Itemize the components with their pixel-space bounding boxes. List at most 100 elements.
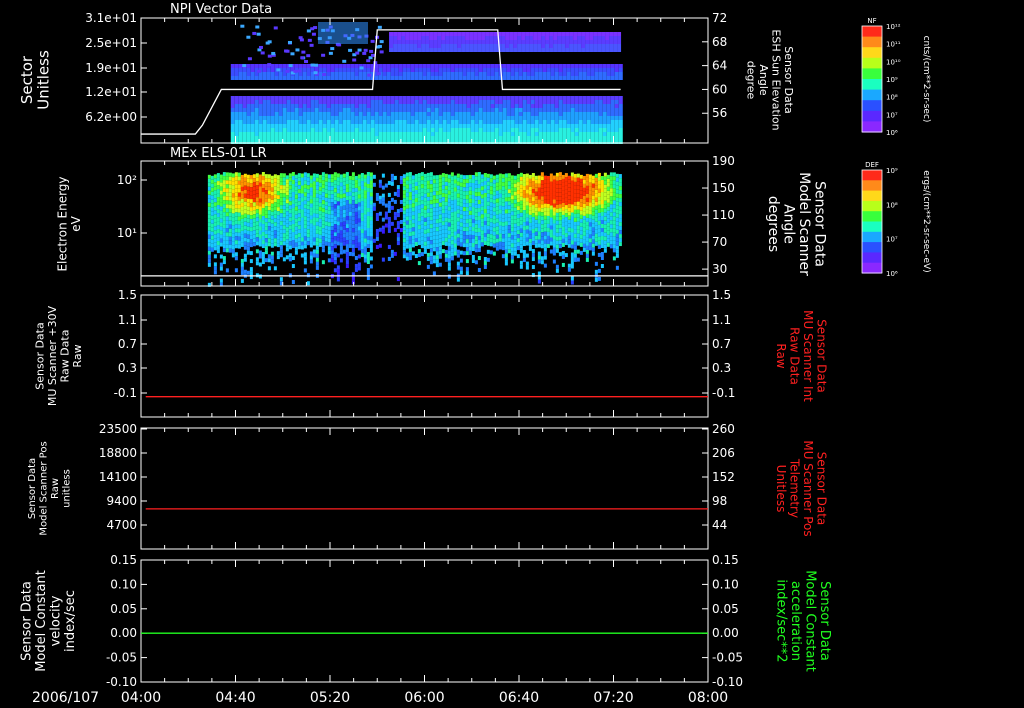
heatmap-cell	[588, 202, 592, 207]
heatmap-cell	[423, 201, 427, 206]
heatmap-cell	[474, 132, 479, 136]
heatmap-cell	[309, 175, 313, 180]
heatmap-cell	[469, 48, 474, 52]
heatmap-cell	[362, 100, 367, 104]
heatmap-cell	[374, 128, 379, 132]
heatmap-cell	[438, 72, 443, 76]
heatmap-cell	[405, 36, 410, 40]
heatmap-cell	[504, 173, 508, 178]
heatmap-cell	[312, 197, 316, 202]
heatmap-cell	[576, 209, 580, 214]
heatmap-cell	[286, 132, 291, 136]
heatmap-cell	[274, 116, 279, 120]
heatmap-cell	[216, 213, 220, 218]
heatmap-cell	[510, 96, 515, 100]
heatmap-cell	[558, 180, 562, 185]
heatmap-cell	[249, 191, 253, 196]
heatmap-cell	[577, 44, 582, 48]
heatmap-cell	[558, 108, 563, 112]
heatmap-cell	[294, 206, 298, 211]
heatmap-cell	[300, 229, 304, 234]
heatmap-cell	[489, 218, 493, 223]
heatmap-cell	[603, 240, 607, 245]
heatmap-cell	[366, 252, 370, 257]
heatmap-cell	[279, 197, 283, 202]
heatmap-cell	[238, 68, 243, 72]
heatmap-cell	[432, 259, 436, 264]
heatmap-cell	[618, 174, 622, 179]
heatmap-cell	[297, 237, 301, 242]
heatmap-cell	[600, 251, 604, 256]
heatmap-cell	[546, 64, 551, 68]
heatmap-cell	[398, 132, 403, 136]
heatmap-cell	[315, 261, 319, 266]
heatmap-cell	[339, 242, 343, 247]
heatmap-cell	[522, 76, 527, 80]
heatmap-cell	[446, 104, 451, 108]
heatmap-cell	[334, 120, 339, 124]
heatmap-cell	[420, 180, 424, 185]
heatmap-cell	[310, 136, 315, 140]
heatmap-cell	[457, 48, 462, 52]
heatmap-cell	[370, 100, 375, 104]
heatmap-cell	[492, 191, 496, 196]
heatmap-cell	[312, 253, 316, 258]
heatmap-cell	[342, 221, 346, 226]
heatmap-cell	[482, 68, 487, 72]
heatmap-cell	[297, 185, 301, 190]
heatmap-cell	[414, 222, 418, 227]
heatmap-cell	[309, 251, 313, 256]
heatmap-cell	[437, 36, 442, 40]
heatmap-cell	[354, 72, 359, 76]
heatmap-cell	[617, 32, 622, 36]
heatmap-cell	[526, 64, 531, 68]
heatmap-cell	[423, 197, 427, 202]
heatmap-cell	[222, 212, 226, 217]
heatmap-cell	[486, 205, 490, 210]
heatmap-cell	[282, 132, 287, 136]
heatmap-cell	[462, 251, 466, 256]
heatmap-cell	[442, 68, 447, 72]
heatmap-cell	[578, 116, 583, 120]
heatmap-cell	[252, 194, 256, 199]
heatmap-cell	[270, 128, 275, 132]
heatmap-cell	[612, 236, 616, 241]
heatmap-cell	[234, 196, 238, 201]
heatmap-cell	[466, 112, 471, 116]
heatmap-cell	[598, 96, 603, 100]
heatmap-cell	[382, 128, 387, 132]
heatmap-cell	[570, 96, 575, 100]
heatmap-cell	[564, 189, 568, 194]
heatmap-cell	[581, 36, 586, 40]
heatmap-cell	[258, 182, 262, 187]
heatmap-cell	[348, 199, 352, 204]
heatmap-cell	[562, 132, 567, 136]
heatmap-cell	[255, 185, 259, 190]
heatmap-cell	[542, 104, 547, 108]
heatmap-cell	[550, 128, 555, 132]
heatmap-cell	[394, 96, 399, 100]
heatmap-cell	[468, 198, 472, 203]
heatmap-cell	[396, 237, 400, 242]
heatmap-cell	[447, 274, 451, 279]
heatmap-cell	[562, 104, 567, 108]
heatmap-cell	[498, 201, 502, 206]
heatmap-cell	[613, 40, 618, 44]
heatmap-cell	[462, 187, 466, 192]
heatmap-cell	[366, 200, 370, 205]
heatmap-cell	[327, 178, 331, 183]
heatmap-cell	[489, 182, 493, 187]
heatmap-cell	[606, 194, 610, 199]
heatmap-cell	[210, 195, 214, 200]
heatmap-cell	[502, 76, 507, 80]
heatmap-cell	[444, 221, 448, 226]
heatmap-cell	[306, 205, 310, 210]
heatmap-cell	[318, 194, 322, 199]
heatmap-cell	[594, 185, 598, 190]
heatmap-cell	[348, 175, 352, 180]
heatmap-cell	[255, 25, 260, 29]
heatmap-cell	[414, 72, 419, 76]
heatmap-cell	[378, 132, 383, 136]
heatmap-cell	[561, 210, 565, 215]
heatmap-cell	[549, 217, 553, 222]
